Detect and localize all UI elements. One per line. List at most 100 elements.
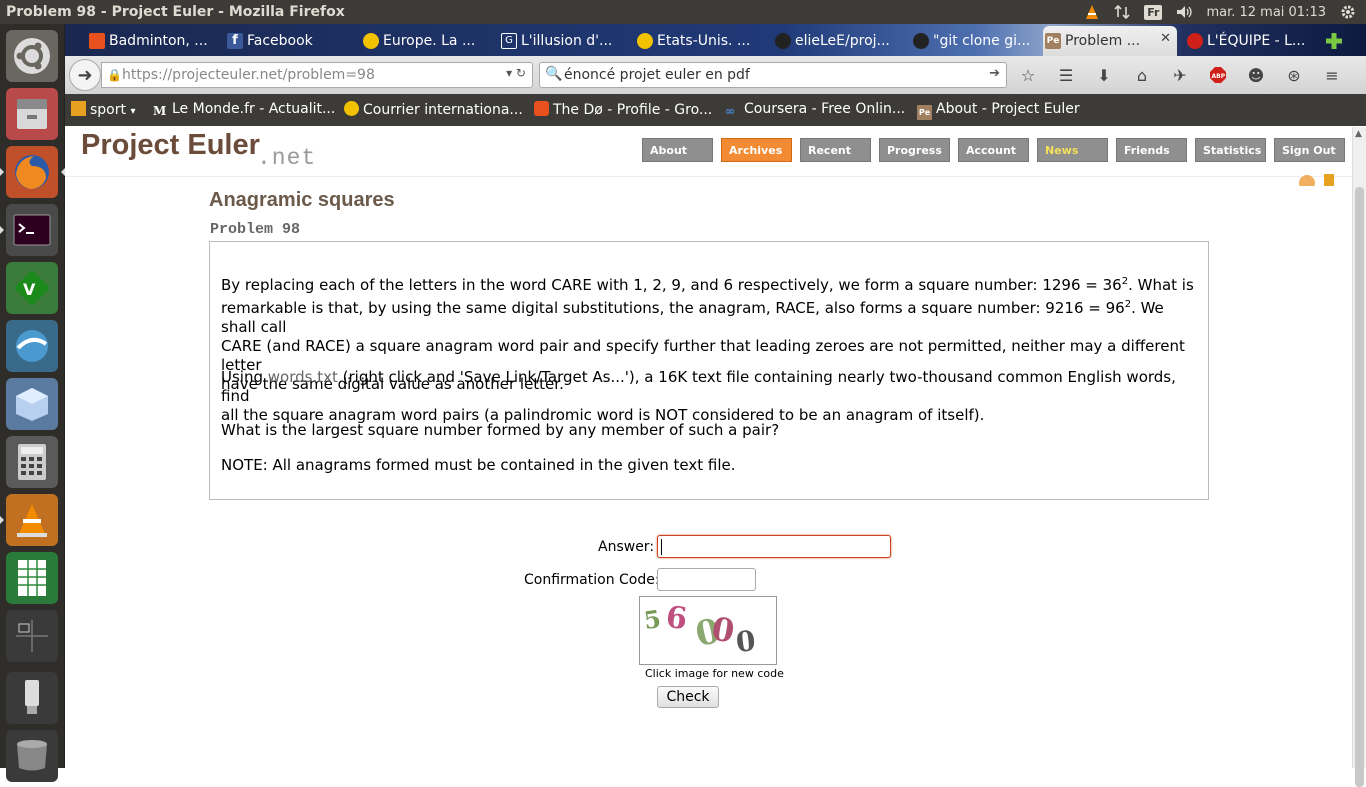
lastfm-icon — [534, 101, 549, 116]
bookmark-project-euler[interactable]: Pe About - Project Euler — [917, 101, 1080, 120]
problem-title: Anagramic squares — [209, 189, 395, 211]
calculator-icon — [18, 444, 46, 480]
firefox-launcher-button[interactable] — [0, 146, 65, 198]
check-button[interactable]: Check — [657, 686, 719, 708]
usb-icon — [25, 680, 39, 714]
trash-icon — [17, 740, 47, 771]
folder-icon — [71, 101, 86, 116]
nav-progress[interactable]: Progress — [879, 138, 950, 162]
confirmation-code-input[interactable] — [657, 568, 756, 591]
gear-icon[interactable] — [1340, 4, 1356, 20]
captcha-image[interactable]: 5 6 0 0 0 — [639, 596, 777, 665]
tab-etats-unis[interactable]: Etats-Unis. ... — [635, 26, 761, 56]
bookmarks-list-icon[interactable]: ☰ — [1055, 64, 1077, 86]
vlc-cone-icon — [17, 504, 47, 537]
ubuntu-logo-icon — [14, 38, 50, 74]
captcha-digit: 0 — [734, 624, 758, 659]
bookmark-lastfm[interactable]: The Dø - Profile - Gro... — [534, 101, 712, 118]
volume-icon[interactable] — [1176, 4, 1193, 20]
github-icon — [775, 33, 791, 49]
problem-number: Problem 98 — [210, 221, 301, 238]
tab-git-clone[interactable]: "git clone gi... — [911, 26, 1037, 56]
vlc-tray-icon[interactable] — [1084, 4, 1100, 20]
spreadsheet-launcher-button[interactable] — [6, 552, 58, 604]
usb-drive-launcher-button[interactable] — [6, 672, 58, 724]
search-input[interactable]: 🔍 énoncé projet euler en pdf ➔ — [539, 62, 1007, 88]
bookmark-lemonde[interactable]: M Le Monde.fr - Actualit... — [153, 101, 335, 119]
text-cursor — [661, 539, 662, 555]
bookmark-courrier[interactable]: Courrier internationa... — [344, 101, 523, 118]
url-dropdown-reload-icons[interactable]: ▾ ↻ — [506, 66, 526, 80]
virtualbox-launcher-button[interactable] — [6, 378, 58, 430]
lock-icon: 🔒 — [107, 68, 122, 82]
tab-badminton[interactable]: Badminton, ... — [87, 26, 213, 56]
tab-illusion[interactable]: G L'illusion d'... — [499, 26, 625, 56]
close-tab-icon[interactable]: ✕ — [1160, 31, 1171, 46]
spreadsheet-icon — [18, 560, 46, 596]
tab-github-proj[interactable]: elieLeE/proj... — [773, 26, 899, 56]
calculator-launcher-button[interactable] — [6, 436, 58, 488]
answer-input[interactable] — [657, 535, 891, 558]
project-euler-icon: Pe — [917, 105, 932, 120]
plus-icon — [1326, 33, 1342, 49]
nav-account[interactable]: Account — [958, 138, 1029, 162]
github-icon — [913, 33, 929, 49]
bookmark-star-icon[interactable]: ☆ — [1017, 64, 1039, 86]
bookmarks-toolbar: sport ▾ M Le Monde.fr - Actualit... Courr… — [65, 94, 1366, 126]
nav-archives[interactable]: Archives — [721, 138, 792, 162]
page-scrollbar[interactable]: ▲ — [1352, 127, 1366, 787]
files-launcher-button[interactable] — [6, 88, 58, 140]
chat-icon[interactable]: ☻ — [1245, 64, 1267, 86]
back-button[interactable]: ➜ — [69, 59, 101, 91]
network-app-launcher-button[interactable] — [6, 320, 58, 372]
scroll-up-icon[interactable]: ▲ — [1355, 129, 1362, 139]
courrier-icon — [363, 33, 379, 49]
tab-lequipe[interactable]: L'ÉQUIPE - L... — [1185, 26, 1311, 56]
network-icon[interactable] — [1114, 4, 1130, 20]
chevron-down-icon: ▾ — [130, 106, 136, 117]
send-icon[interactable]: ✈ — [1169, 64, 1191, 86]
nav-about[interactable]: About — [642, 138, 713, 162]
new-tab-button[interactable] — [1323, 26, 1353, 56]
confirmation-code-label: Confirmation Code: — [524, 572, 660, 588]
url-bar[interactable]: 🔒 https://projecteuler.net/problem=98 ▾ … — [101, 62, 533, 88]
words-txt-link[interactable]: words.txt — [268, 368, 338, 386]
tab-europe[interactable]: Europe. La ... — [361, 26, 487, 56]
tab-bar: Badminton, ... f Facebook Europe. La ... … — [65, 24, 1366, 56]
terminal-launcher-button[interactable] — [0, 204, 58, 256]
vim-launcher-button[interactable]: V — [6, 262, 58, 314]
scrollbar-thumb[interactable] — [1355, 187, 1364, 787]
nav-friends[interactable]: Friends — [1116, 138, 1187, 162]
site-logo[interactable]: Project Euler .net — [81, 129, 315, 171]
problem-paragraph-3: What is the largest square number formed… — [221, 421, 780, 439]
tab-facebook[interactable]: f Facebook — [225, 26, 351, 56]
ubuntu-dash-button[interactable] — [6, 30, 58, 82]
trash-launcher-button[interactable] — [6, 730, 58, 782]
search-go-icon[interactable]: ➔ — [989, 66, 1000, 81]
vlc-launcher-button[interactable] — [0, 494, 58, 546]
nav-statistics[interactable]: Statistics — [1195, 138, 1266, 162]
badminton-icon — [89, 33, 105, 49]
workspace-switcher-button[interactable] — [6, 610, 58, 662]
bookmark-folder-sport[interactable]: sport ▾ — [71, 101, 135, 118]
nav-sign-out[interactable]: Sign Out — [1274, 138, 1345, 162]
keyboard-layout-indicator[interactable]: Fr — [1144, 4, 1163, 20]
problem-paragraph-2: Using words.txt (right click and 'Save L… — [221, 368, 1176, 424]
nav-recent[interactable]: Recent — [800, 138, 871, 162]
answer-label: Answer: — [598, 539, 655, 555]
tab-problem-active[interactable]: Pe Problem ... ✕ — [1043, 26, 1177, 56]
courrier-icon — [637, 33, 653, 49]
gs-icon: G — [501, 33, 517, 49]
project-euler-icon: Pe — [1045, 33, 1061, 49]
download-icon[interactable]: ⬇ — [1093, 64, 1115, 86]
nav-news[interactable]: News — [1037, 138, 1108, 162]
unity-launcher: V — [0, 24, 65, 782]
adblock-icon[interactable]: ABP — [1207, 64, 1229, 86]
problem-content: By replacing each of the letters in the … — [209, 241, 1209, 500]
extension-globe-icon[interactable]: ⊛ — [1283, 64, 1305, 86]
menu-icon[interactable]: ≡ — [1321, 64, 1343, 86]
home-icon[interactable]: ⌂ — [1131, 64, 1153, 86]
clock[interactable]: mar. 12 mai 01:13 — [1206, 5, 1326, 20]
bookmark-coursera[interactable]: ∞ Coursera - Free Onlin... — [725, 101, 905, 119]
lequipe-icon — [1187, 33, 1203, 49]
